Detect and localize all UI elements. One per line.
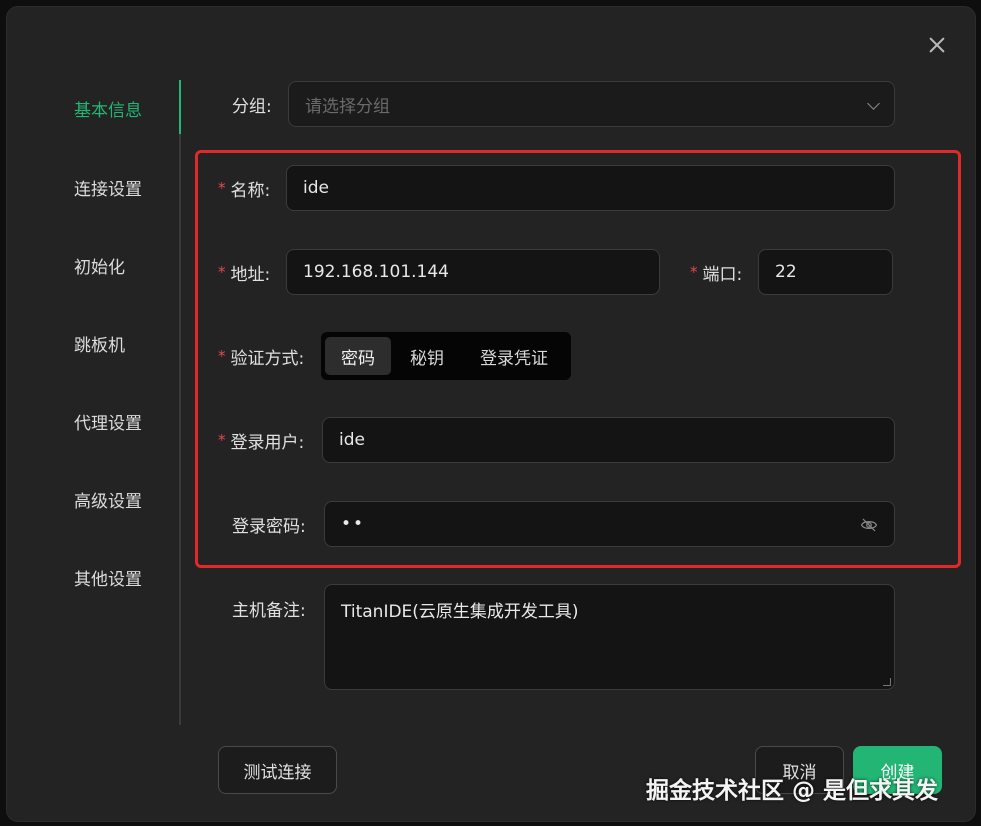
- login-password-label: 登录密码:: [232, 516, 306, 537]
- login-user-label: * 登录用户:: [218, 431, 305, 453]
- dialog: [6, 6, 976, 822]
- group-placeholder: 请选择分组: [305, 96, 390, 117]
- port-input[interactable]: 22: [758, 249, 893, 295]
- auth-method-segmented: 密码 秘钥 登录凭证: [321, 332, 571, 380]
- nav-item-advanced-settings[interactable]: 高级设置: [74, 487, 142, 512]
- close-icon[interactable]: [925, 33, 949, 57]
- eye-off-icon[interactable]: [860, 516, 878, 534]
- nav-item-other-settings[interactable]: 其他设置: [74, 565, 142, 590]
- remark-label: 主机备注:: [232, 600, 306, 621]
- name-input[interactable]: ide: [286, 165, 895, 211]
- group-select[interactable]: 请选择分组: [288, 81, 895, 127]
- address-input[interactable]: 192.168.101.144: [286, 249, 660, 295]
- remark-textarea[interactable]: TitanIDE(云原生集成开发工具): [324, 584, 895, 690]
- nav-divider: [179, 80, 181, 725]
- nav-item-proxy-settings[interactable]: 代理设置: [74, 409, 142, 434]
- test-connection-button[interactable]: 测试连接: [218, 746, 337, 794]
- name-label: * 名称:: [218, 179, 271, 201]
- auth-option-password[interactable]: 密码: [325, 337, 391, 375]
- group-label: 分组:: [232, 96, 272, 117]
- chevron-down-icon: [867, 97, 880, 110]
- auth-option-credential[interactable]: 登录凭证: [463, 337, 565, 375]
- nav-active-indicator: [179, 80, 181, 134]
- nav-item-basic-info[interactable]: 基本信息: [74, 96, 142, 121]
- login-user-input[interactable]: ide: [322, 417, 895, 463]
- nav-item-jump-host[interactable]: 跳板机: [74, 331, 125, 356]
- auth-method-label: * 验证方式:: [218, 347, 305, 369]
- nav-item-connection-settings[interactable]: 连接设置: [74, 175, 142, 200]
- watermark: 掘金技术社区 @ 是但求其发: [646, 778, 939, 804]
- resize-handle[interactable]: [883, 678, 891, 686]
- auth-option-key[interactable]: 秘钥: [391, 337, 463, 375]
- port-label: * 端口:: [690, 263, 743, 285]
- nav-item-initialization[interactable]: 初始化: [74, 253, 125, 278]
- address-label: * 地址:: [218, 263, 271, 285]
- login-password-input[interactable]: ••: [324, 501, 895, 547]
